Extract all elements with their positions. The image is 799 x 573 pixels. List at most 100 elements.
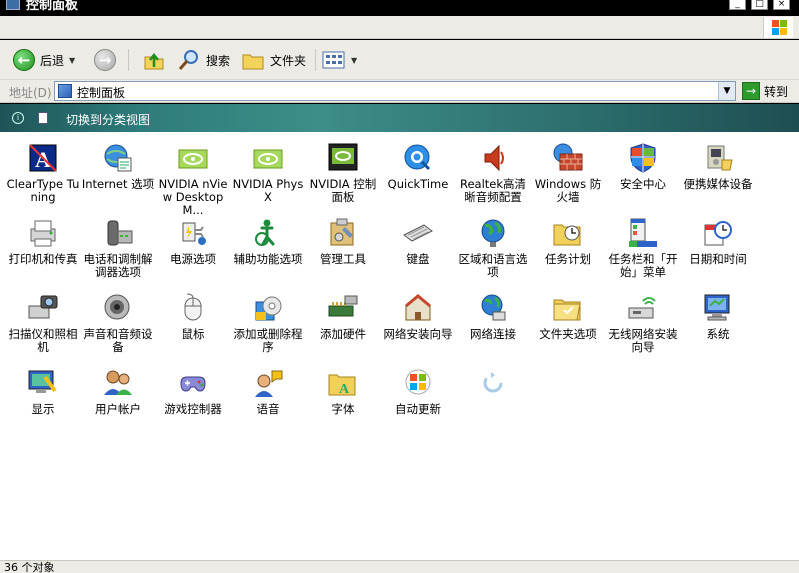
folders-button[interactable]: 文件夹 [241,48,306,72]
toolbar-separator [128,49,129,71]
control-panel-item-label: 游戏控制器 [164,402,222,416]
control-panel-icon [58,84,72,98]
go-button[interactable]: → 转到 [742,82,788,100]
control-panel-item[interactable]: Internet 选项 [81,142,155,191]
keyboard-icon [402,217,434,249]
control-panel-item-label: 显示 [31,402,55,416]
forward-button[interactable]: → [94,48,116,72]
views-icon [322,51,345,69]
control-panel-item[interactable]: 添加或删除程序 [231,292,305,354]
back-button[interactable]: ← 后退 ▼ [13,48,75,72]
control-panel-item[interactable]: 电话和调制解调器选项 [81,217,155,279]
go-arrow-icon: → [742,82,760,100]
svg-text:A: A [35,147,51,172]
control-panel-items: A ClearType Tuning Internet 选项 NVIDIA nView… [0,132,799,560]
control-panel-item[interactable]: Windows 防火墙 [531,142,605,204]
up-folder-icon [144,52,164,70]
control-panel-item[interactable]: 语音 [231,367,305,416]
control-panel-item-label: 网络连接 [470,327,516,341]
wireless-setup-icon [627,292,659,324]
control-panel-item[interactable] [456,367,530,403]
close-button[interactable]: × [773,0,790,10]
control-panel-item[interactable]: 鼠标 [156,292,230,341]
control-panel-item[interactable]: NVIDIA PhysX [231,142,305,204]
toolbar: ← 后退 ▼ → 搜索 文件夹 ▼ [0,40,799,80]
date-time-icon [702,217,734,249]
control-panel-item[interactable]: 用户帐户 [81,367,155,416]
control-panel-item-label: 文件夹选项 [539,327,597,341]
control-panel-item[interactable]: 网络连接 [456,292,530,341]
sound-icon [102,292,134,324]
maximize-button[interactable]: □ [751,0,768,10]
back-dropdown-icon[interactable]: ▼ [69,56,75,65]
cleartype-icon: A [27,142,59,174]
switch-to-category-view-link[interactable]: 切换到分类视图 [66,111,150,128]
power-options-icon [177,217,209,249]
up-folder-button[interactable] [142,48,166,72]
control-panel-item-label: 添加或删除程序 [233,327,303,354]
control-panel-item[interactable]: 区域和语言选项 [456,217,530,279]
internet-options-icon [102,142,134,174]
scanner-camera-icon [27,292,59,324]
control-panel-item[interactable]: 便携媒体设备 [681,142,755,191]
address-input[interactable]: 控制面板 ▼ [54,81,736,101]
control-panel-item[interactable]: 显示 [6,367,80,416]
views-button[interactable]: ▼ [322,48,357,72]
control-panel-item-label: 无线网络安装向导 [608,327,678,354]
control-panel-item[interactable]: 任务计划 [531,217,605,266]
control-panel-item[interactable]: 管理工具 [306,217,380,266]
control-panel-item[interactable]: QuickTime [381,142,455,191]
address-value: 控制面板 [77,86,126,100]
control-panel-item-label: 辅助功能选项 [233,252,303,266]
control-panel-item-label: 自动更新 [395,402,441,416]
search-label: 搜索 [206,53,231,68]
control-panel-item[interactable]: 声音和音频设备 [81,292,155,354]
control-panel-item[interactable]: 游戏控制器 [156,367,230,416]
control-panel-item-label: 日期和时间 [689,252,747,266]
address-dropdown-icon[interactable]: ▼ [718,82,735,100]
control-panel-item-label: Internet 选项 [81,177,155,191]
control-panel-item-label: 字体 [331,402,355,416]
control-panel-item[interactable]: Realtek高清晰音频配置 [456,142,530,204]
control-panel-item[interactable]: NVIDIA 控制面板 [306,142,380,204]
control-panel-item[interactable]: 自动更新 [381,367,455,416]
accessibility-icon [252,217,284,249]
control-panel-item[interactable]: 网络安装向导 [381,292,455,341]
control-panel-item[interactable]: 电源选项 [156,217,230,266]
user-accounts-icon [102,367,134,399]
control-panel-item[interactable]: 无线网络安装向导 [606,292,680,354]
control-panel-item-label: 网络安装向导 [383,327,453,341]
control-panel-item-label: 添加硬件 [320,327,366,341]
control-panel-item[interactable]: 日期和时间 [681,217,755,266]
control-panel-item-label: NVIDIA PhysX [232,177,304,204]
region-language-icon [477,217,509,249]
control-panel-item-label: 声音和音频设备 [83,327,153,354]
minimize-button[interactable]: _ [729,0,746,10]
control-panel-item[interactable]: 文件夹选项 [531,292,605,341]
control-panel-item[interactable]: 安全中心 [606,142,680,191]
window-title: 控制面板 [26,0,79,13]
control-panel-item[interactable]: 添加硬件 [306,292,380,341]
control-panel-item-label: 扫描仪和照相机 [8,327,78,354]
svg-text:A: A [339,382,350,397]
loading-icon [477,367,509,399]
control-panel-item[interactable]: NVIDIA nView Desktop M... [156,142,230,217]
add-hardware-icon [327,292,359,324]
system-icon [702,292,734,324]
control-panel-item[interactable]: 扫描仪和照相机 [6,292,80,354]
control-panel-icon [6,0,20,10]
scheduled-tasks-icon [552,217,584,249]
control-panel-item-label: 打印机和传真 [8,252,78,266]
control-panel-item-label: 电源选项 [170,252,216,266]
automatic-updates-icon [402,367,434,399]
control-panel-item[interactable]: 辅助功能选项 [231,217,305,266]
search-button[interactable]: 搜索 [177,48,230,72]
control-panel-item-label: ClearType Tuning [6,177,80,204]
control-panel-item[interactable]: A ClearType Tuning [6,142,80,204]
control-panel-item[interactable]: 打印机和传真 [6,217,80,266]
control-panel-item[interactable]: 键盘 [381,217,455,266]
control-panel-item[interactable]: A 字体 [306,367,380,416]
realtek-audio-icon [477,142,509,174]
control-panel-item[interactable]: 任务栏和「开始」菜单 [606,217,680,279]
control-panel-item[interactable]: 系统 [681,292,755,341]
